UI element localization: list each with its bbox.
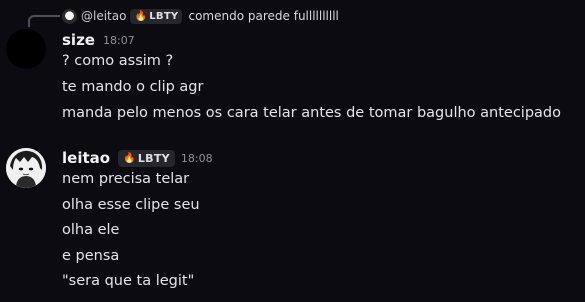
fire-icon: 🔥 [123, 152, 136, 164]
server-tag-label: LBTY [137, 151, 170, 165]
message-text: nem precisa telar [62, 171, 190, 187]
message-text: olha ele [62, 222, 120, 238]
message-text: "sera que ta legit" [62, 273, 195, 289]
message-header: leitao 🔥 LBTY 18:08 [62, 149, 213, 167]
message-text: olha esse clipe seu [62, 197, 200, 213]
avatar-illustration [6, 148, 46, 188]
timestamp[interactable]: 18:08 [181, 152, 213, 165]
username[interactable]: leitao [62, 149, 110, 167]
message-group-leitao: leitao 🔥 LBTY 18:08 nem precisa telar ol… [0, 0, 585, 302]
avatar[interactable] [6, 148, 46, 188]
server-tag[interactable]: 🔥 LBTY [118, 149, 175, 167]
message-text: e pensa [62, 248, 120, 264]
chat-messages: @leitao 🔥 LBTY comendo parede fullllllll… [0, 0, 585, 302]
